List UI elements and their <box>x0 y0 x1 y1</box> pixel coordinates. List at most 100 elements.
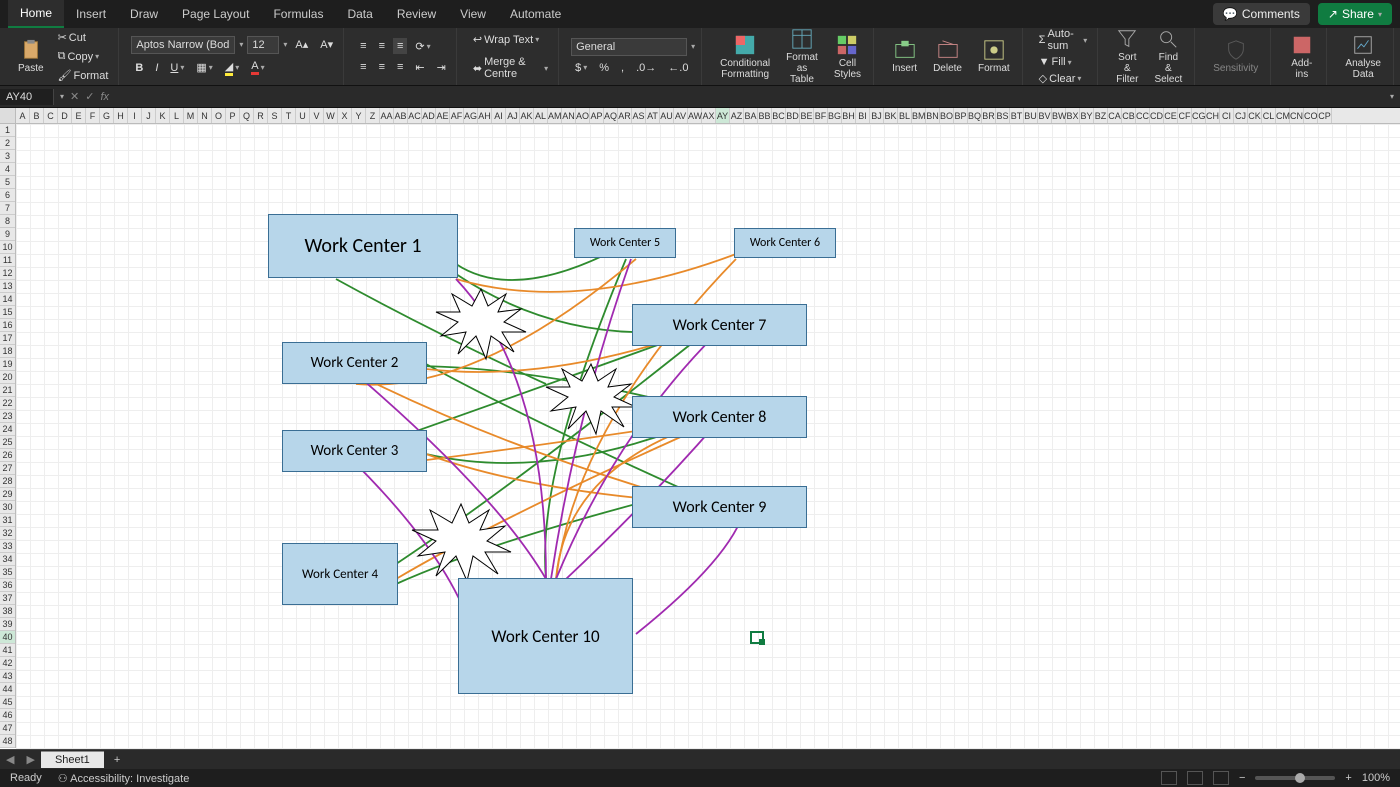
decrease-decimal-button[interactable]: ←.0 <box>664 60 692 76</box>
column-header[interactable]: H <box>114 108 128 123</box>
normal-view-button[interactable] <box>1161 771 1177 785</box>
column-header[interactable]: AV <box>674 108 688 123</box>
column-header[interactable]: N <box>198 108 212 123</box>
name-box-dropdown[interactable]: ▾ <box>60 92 64 101</box>
column-header[interactable]: AE <box>436 108 450 123</box>
column-header[interactable]: BR <box>982 108 996 123</box>
align-left-button[interactable]: ≡ <box>356 59 370 75</box>
column-header[interactable]: BA <box>744 108 758 123</box>
row-header[interactable]: 25 <box>0 436 15 449</box>
column-header[interactable]: AC <box>408 108 422 123</box>
clear-button[interactable]: ◇Clear▾ <box>1035 70 1092 87</box>
column-header[interactable]: BC <box>772 108 786 123</box>
row-header[interactable]: 45 <box>0 696 15 709</box>
expand-formula-bar[interactable]: ▾ <box>1384 92 1400 101</box>
row-header[interactable]: 7 <box>0 202 15 215</box>
format-cells-button[interactable]: Format <box>972 37 1016 76</box>
row-header[interactable]: 14 <box>0 293 15 306</box>
column-header[interactable]: CO <box>1304 108 1318 123</box>
accounting-format-button[interactable]: $▾ <box>571 60 591 76</box>
row-header[interactable]: 24 <box>0 423 15 436</box>
merge-centre-button[interactable]: ⬌Merge & Centre▾ <box>469 54 552 82</box>
column-header[interactable]: AD <box>422 108 436 123</box>
column-header[interactable]: X <box>338 108 352 123</box>
insert-cells-button[interactable]: Insert <box>886 37 923 76</box>
column-header[interactable]: AZ <box>730 108 744 123</box>
row-header[interactable]: 3 <box>0 150 15 163</box>
tab-insert[interactable]: Insert <box>64 1 118 27</box>
number-format-select[interactable] <box>571 38 687 56</box>
format-painter-button[interactable]: 🖌Format <box>54 67 113 84</box>
row-header[interactable]: 11 <box>0 254 15 267</box>
work-center-box[interactable]: Work Center 5 <box>574 228 676 258</box>
column-header[interactable]: CD <box>1150 108 1164 123</box>
row-header[interactable]: 15 <box>0 306 15 319</box>
column-header[interactable]: AM <box>548 108 562 123</box>
column-header[interactable]: CB <box>1122 108 1136 123</box>
sheet-tab-1[interactable]: Sheet1 <box>41 751 104 768</box>
format-as-table-button[interactable]: Format as Table <box>780 26 824 87</box>
column-header[interactable]: BU <box>1024 108 1038 123</box>
column-header[interactable]: CC <box>1136 108 1150 123</box>
column-header[interactable]: BG <box>828 108 842 123</box>
row-header[interactable]: 36 <box>0 579 15 592</box>
decrease-font-button[interactable]: A▾ <box>316 36 337 53</box>
column-header[interactable]: BJ <box>870 108 884 123</box>
column-header[interactable]: W <box>324 108 338 123</box>
column-header[interactable]: BE <box>800 108 814 123</box>
tab-view[interactable]: View <box>448 1 498 27</box>
column-header[interactable]: F <box>86 108 100 123</box>
row-header[interactable]: 30 <box>0 501 15 514</box>
autosum-button[interactable]: ΣAuto-sum▾ <box>1035 26 1092 54</box>
column-header[interactable]: S <box>268 108 282 123</box>
row-header[interactable]: 23 <box>0 410 15 423</box>
comma-format-button[interactable]: , <box>617 60 628 76</box>
decrease-indent-button[interactable]: ⇤ <box>411 59 428 76</box>
column-header[interactable]: BH <box>842 108 856 123</box>
addins-button[interactable]: Add-ins <box>1283 32 1320 82</box>
underline-button[interactable]: U▾ <box>166 60 188 76</box>
column-header[interactable]: AR <box>618 108 632 123</box>
column-header[interactable]: AU <box>660 108 674 123</box>
row-header[interactable]: 37 <box>0 592 15 605</box>
row-header[interactable]: 31 <box>0 514 15 527</box>
wrap-text-button[interactable]: ↩Wrap Text▾ <box>469 31 552 48</box>
fill-handle[interactable] <box>759 639 765 645</box>
cancel-formula-button[interactable]: ✕ <box>70 90 79 103</box>
font-name-select[interactable] <box>131 36 235 54</box>
column-header[interactable]: BX <box>1066 108 1080 123</box>
row-header[interactable]: 34 <box>0 553 15 566</box>
column-header[interactable]: L <box>170 108 184 123</box>
column-header[interactable]: AY <box>716 108 730 123</box>
column-header[interactable]: AJ <box>506 108 520 123</box>
column-header[interactable]: AL <box>534 108 548 123</box>
row-header[interactable]: 43 <box>0 670 15 683</box>
column-header[interactable]: AB <box>394 108 408 123</box>
prev-sheet-button[interactable]: ◀ <box>0 753 20 766</box>
work-center-box[interactable]: Work Center 4 <box>282 543 398 605</box>
column-header[interactable]: CG <box>1192 108 1206 123</box>
comments-button[interactable]: 💬 Comments <box>1213 3 1310 25</box>
column-header[interactable]: R <box>254 108 268 123</box>
column-header[interactable]: AH <box>478 108 492 123</box>
column-header[interactable]: CJ <box>1234 108 1248 123</box>
column-header[interactable]: O <box>212 108 226 123</box>
row-header[interactable]: 41 <box>0 644 15 657</box>
chevron-down-icon[interactable]: ▾ <box>239 40 243 49</box>
explosion-shape-2[interactable] <box>536 359 646 439</box>
row-header[interactable]: 40 <box>0 631 15 644</box>
align-center-button[interactable]: ≡ <box>375 59 389 75</box>
column-header[interactable]: C <box>44 108 58 123</box>
row-header[interactable]: 16 <box>0 319 15 332</box>
column-header[interactable]: Q <box>240 108 254 123</box>
tab-page-layout[interactable]: Page Layout <box>170 1 261 27</box>
column-header[interactable]: BM <box>912 108 926 123</box>
column-header[interactable]: T <box>282 108 296 123</box>
fill-color-button[interactable]: ◢▾ <box>221 58 243 78</box>
column-header[interactable]: AP <box>590 108 604 123</box>
cut-button[interactable]: ✂Cut <box>54 29 113 46</box>
enter-formula-button[interactable]: ✓ <box>85 90 94 103</box>
column-header[interactable]: AX <box>702 108 716 123</box>
row-header[interactable]: 39 <box>0 618 15 631</box>
column-header[interactable]: BL <box>898 108 912 123</box>
